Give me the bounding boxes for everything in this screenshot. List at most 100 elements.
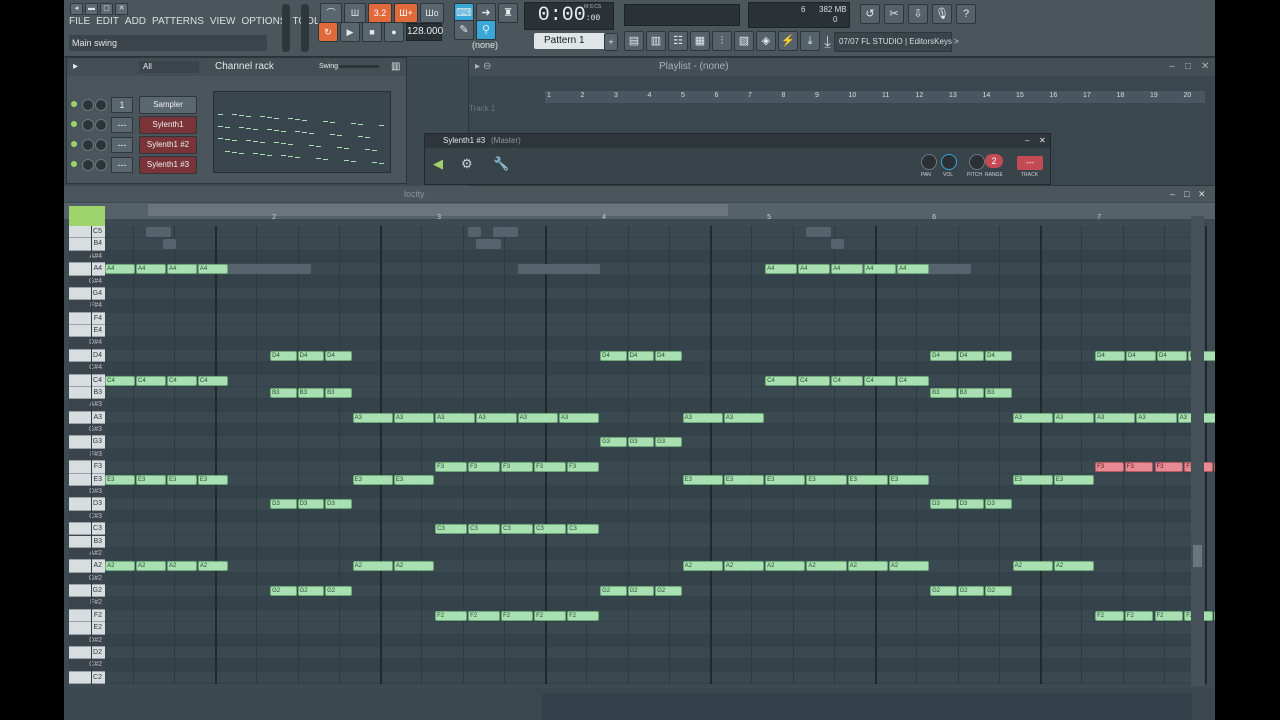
- note[interactable]: C4: [897, 375, 930, 386]
- channel-mixer-track[interactable]: ---: [111, 117, 133, 133]
- note[interactable]: A4: [166, 264, 197, 275]
- piano-key[interactable]: B3: [69, 386, 105, 400]
- note[interactable]: F2: [501, 610, 534, 621]
- channel-volume-knob[interactable]: [95, 99, 107, 111]
- selected-note[interactable]: F3: [1124, 462, 1154, 473]
- piano-key[interactable]: G#2: [69, 572, 105, 585]
- note[interactable]: D4: [1095, 350, 1126, 361]
- note[interactable]: D4: [957, 350, 985, 361]
- piano-key[interactable]: C2: [69, 671, 105, 685]
- mixer-icon[interactable]: ⫶: [712, 31, 732, 51]
- piano-key[interactable]: D#3: [69, 485, 105, 499]
- piano-roll-icon[interactable]: ▥: [646, 31, 666, 51]
- note[interactable]: D4: [930, 350, 957, 361]
- note[interactable]: D4: [1126, 350, 1156, 361]
- note[interactable]: F2: [1124, 610, 1154, 621]
- note[interactable]: D3: [297, 499, 325, 510]
- note[interactable]: E3: [393, 474, 435, 485]
- piano-key[interactable]: G#3: [69, 424, 105, 437]
- menu-view[interactable]: VIEW: [210, 16, 236, 27]
- piano-key[interactable]: G4: [69, 287, 105, 301]
- add-pattern-button[interactable]: +: [604, 33, 618, 51]
- piano-key[interactable]: A#3: [69, 399, 105, 412]
- piano-key[interactable]: F#2: [69, 597, 105, 610]
- record-button[interactable]: ●: [384, 22, 404, 42]
- menu-options[interactable]: OPTIONS: [241, 16, 286, 27]
- piano-key[interactable]: D2: [69, 646, 105, 660]
- pattern-selector[interactable]: Pattern 1: [534, 33, 614, 49]
- note[interactable]: E3: [723, 474, 765, 485]
- play-button[interactable]: ▶: [340, 22, 360, 42]
- note[interactable]: E3: [888, 474, 930, 485]
- piano-keyboard[interactable]: C5 B4 A#4 A4 G#4 G4 F#4 F4 E4 D#4 D4 C#4 C4 B3 A#3 A3 G#…: [69, 226, 105, 686]
- note[interactable]: C4: [831, 375, 864, 386]
- note[interactable]: G3: [600, 437, 627, 448]
- note[interactable]: B3: [297, 387, 325, 398]
- piano-key[interactable]: A4: [69, 263, 105, 276]
- note[interactable]: F2: [1154, 610, 1184, 621]
- menu-add[interactable]: ADD: [125, 16, 146, 27]
- note[interactable]: G2: [930, 586, 957, 597]
- close-icon[interactable]: ✕: [1201, 58, 1209, 76]
- note[interactable]: A2: [352, 561, 393, 572]
- channel-pan-knob[interactable]: [82, 159, 94, 171]
- note[interactable]: C4: [864, 375, 897, 386]
- note[interactable]: A4: [105, 264, 136, 275]
- channel-filter[interactable]: All: [139, 61, 199, 73]
- step-edit-button[interactable]: Ш+: [394, 3, 418, 23]
- plugin-power-icon[interactable]: ◀: [433, 156, 443, 172]
- channel-mute-led[interactable]: [71, 101, 77, 107]
- selected-note[interactable]: F3: [1154, 462, 1184, 473]
- note[interactable]: E3: [847, 474, 888, 485]
- note[interactable]: A3: [476, 412, 517, 423]
- note[interactable]: F2: [1213, 610, 1215, 621]
- maximize-icon[interactable]: □: [1184, 186, 1189, 202]
- note[interactable]: A3: [393, 412, 435, 423]
- note[interactable]: B3: [325, 387, 352, 398]
- news-panel[interactable]: 07/07 FL STUDIO | EditorsKeys >: [834, 32, 959, 52]
- note[interactable]: F3: [534, 462, 567, 473]
- note[interactable]: C3: [534, 524, 567, 535]
- piano-key[interactable]: G#4: [69, 275, 105, 288]
- rec-mode-button[interactable]: 3.2: [368, 3, 392, 23]
- menu-file[interactable]: FILE: [69, 16, 90, 27]
- note[interactable]: C3: [501, 524, 534, 535]
- expand-arrow-icon[interactable]: ▸: [475, 58, 480, 76]
- master-pitch-slider[interactable]: [301, 4, 309, 52]
- download-icon[interactable]: ⤓: [800, 31, 820, 51]
- note[interactable]: A4: [765, 264, 798, 275]
- note[interactable]: C4: [136, 375, 166, 386]
- note[interactable]: F2: [435, 610, 468, 621]
- wrench-icon[interactable]: 🔧: [493, 156, 509, 172]
- piano-key[interactable]: B4: [69, 238, 105, 251]
- note[interactable]: D4: [325, 350, 352, 361]
- note[interactable]: A4: [897, 264, 930, 275]
- graph-icon[interactable]: ▥: [391, 58, 400, 76]
- note[interactable]: A3: [682, 412, 723, 423]
- note[interactable]: B3: [957, 387, 985, 398]
- note[interactable]: D3: [930, 499, 957, 510]
- piano-key[interactable]: A#4: [69, 250, 105, 264]
- close-icon[interactable]: ✕: [1198, 186, 1206, 202]
- note[interactable]: A3: [517, 412, 558, 423]
- download-arrow-icon[interactable]: ⤓: [824, 34, 831, 52]
- note[interactable]: D4: [270, 350, 297, 361]
- note[interactable]: A4: [798, 264, 831, 275]
- browser-icon[interactable]: ▧: [734, 31, 754, 51]
- note[interactable]: G2: [270, 586, 297, 597]
- pitch-knob[interactable]: [969, 154, 985, 170]
- note[interactable]: D4: [600, 350, 627, 361]
- note[interactable]: D4: [627, 350, 655, 361]
- note[interactable]: D4: [297, 350, 325, 361]
- channel-mixer-track[interactable]: 1: [111, 97, 133, 113]
- piano-key[interactable]: D#2: [69, 634, 105, 647]
- maximize-icon[interactable]: □: [1185, 58, 1191, 76]
- note[interactable]: A2: [166, 561, 197, 572]
- note[interactable]: E3: [806, 474, 847, 485]
- channel-name-button[interactable]: Sylenth1: [139, 116, 197, 134]
- piano-key[interactable]: F#4: [69, 300, 105, 313]
- bar-ruler[interactable]: 2 3 4 5 6 7: [105, 214, 1191, 226]
- note[interactable]: A2: [136, 561, 166, 572]
- note[interactable]: A3: [558, 412, 600, 423]
- piano-key[interactable]: F4: [69, 312, 105, 326]
